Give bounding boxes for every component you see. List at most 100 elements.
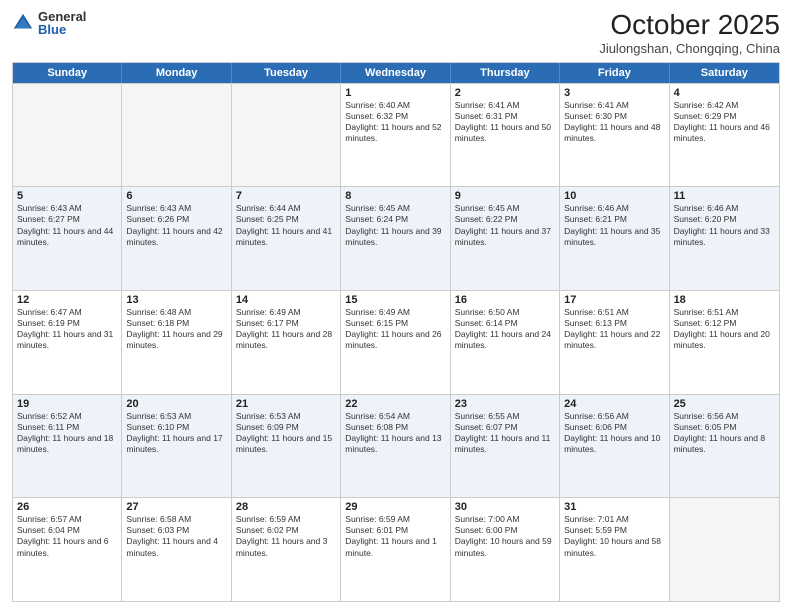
calendar-cell: 7Sunrise: 6:44 AM Sunset: 6:25 PM Daylig… [232, 187, 341, 290]
calendar-cell: 1Sunrise: 6:40 AM Sunset: 6:32 PM Daylig… [341, 84, 450, 187]
location: Jiulongshan, Chongqing, China [599, 41, 780, 56]
cell-info: Sunrise: 6:41 AM Sunset: 6:30 PM Dayligh… [564, 100, 664, 144]
day-number: 19 [17, 398, 117, 410]
calendar-cell: 4Sunrise: 6:42 AM Sunset: 6:29 PM Daylig… [670, 84, 779, 187]
calendar-cell [13, 84, 122, 187]
calendar-cell: 16Sunrise: 6:50 AM Sunset: 6:14 PM Dayli… [451, 291, 560, 394]
calendar-cell: 3Sunrise: 6:41 AM Sunset: 6:30 PM Daylig… [560, 84, 669, 187]
cell-info: Sunrise: 6:46 AM Sunset: 6:21 PM Dayligh… [564, 203, 664, 247]
calendar-cell: 30Sunrise: 7:00 AM Sunset: 6:00 PM Dayli… [451, 498, 560, 601]
day-number: 12 [17, 294, 117, 306]
cell-info: Sunrise: 6:57 AM Sunset: 6:04 PM Dayligh… [17, 514, 117, 558]
day-number: 21 [236, 398, 336, 410]
calendar-cell: 23Sunrise: 6:55 AM Sunset: 6:07 PM Dayli… [451, 395, 560, 498]
calendar-cell: 31Sunrise: 7:01 AM Sunset: 5:59 PM Dayli… [560, 498, 669, 601]
day-number: 15 [345, 294, 445, 306]
cell-info: Sunrise: 6:48 AM Sunset: 6:18 PM Dayligh… [126, 307, 226, 351]
calendar-row-2: 12Sunrise: 6:47 AM Sunset: 6:19 PM Dayli… [13, 290, 779, 394]
cell-info: Sunrise: 6:45 AM Sunset: 6:24 PM Dayligh… [345, 203, 445, 247]
cell-info: Sunrise: 6:53 AM Sunset: 6:09 PM Dayligh… [236, 411, 336, 455]
cell-info: Sunrise: 6:50 AM Sunset: 6:14 PM Dayligh… [455, 307, 555, 351]
day-number: 18 [674, 294, 775, 306]
day-number: 6 [126, 190, 226, 202]
calendar-cell: 27Sunrise: 6:58 AM Sunset: 6:03 PM Dayli… [122, 498, 231, 601]
day-number: 24 [564, 398, 664, 410]
cell-info: Sunrise: 6:49 AM Sunset: 6:15 PM Dayligh… [345, 307, 445, 351]
day-number: 4 [674, 87, 775, 99]
day-number: 13 [126, 294, 226, 306]
calendar-header: SundayMondayTuesdayWednesdayThursdayFrid… [13, 63, 779, 83]
calendar-cell: 15Sunrise: 6:49 AM Sunset: 6:15 PM Dayli… [341, 291, 450, 394]
cell-info: Sunrise: 6:58 AM Sunset: 6:03 PM Dayligh… [126, 514, 226, 558]
day-number: 30 [455, 501, 555, 513]
calendar-cell: 19Sunrise: 6:52 AM Sunset: 6:11 PM Dayli… [13, 395, 122, 498]
header-cell-friday: Friday [560, 63, 669, 83]
cell-info: Sunrise: 6:41 AM Sunset: 6:31 PM Dayligh… [455, 100, 555, 144]
cell-info: Sunrise: 6:54 AM Sunset: 6:08 PM Dayligh… [345, 411, 445, 455]
calendar-cell: 18Sunrise: 6:51 AM Sunset: 6:12 PM Dayli… [670, 291, 779, 394]
calendar-cell [670, 498, 779, 601]
cell-info: Sunrise: 6:56 AM Sunset: 6:06 PM Dayligh… [564, 411, 664, 455]
day-number: 11 [674, 190, 775, 202]
day-number: 9 [455, 190, 555, 202]
cell-info: Sunrise: 6:45 AM Sunset: 6:22 PM Dayligh… [455, 203, 555, 247]
cell-info: Sunrise: 6:40 AM Sunset: 6:32 PM Dayligh… [345, 100, 445, 144]
calendar-cell: 28Sunrise: 6:59 AM Sunset: 6:02 PM Dayli… [232, 498, 341, 601]
calendar-cell: 29Sunrise: 6:59 AM Sunset: 6:01 PM Dayli… [341, 498, 450, 601]
day-number: 28 [236, 501, 336, 513]
cell-info: Sunrise: 6:49 AM Sunset: 6:17 PM Dayligh… [236, 307, 336, 351]
day-number: 10 [564, 190, 664, 202]
header-cell-monday: Monday [122, 63, 231, 83]
calendar-row-1: 5Sunrise: 6:43 AM Sunset: 6:27 PM Daylig… [13, 186, 779, 290]
cell-info: Sunrise: 6:46 AM Sunset: 6:20 PM Dayligh… [674, 203, 775, 247]
calendar-cell: 5Sunrise: 6:43 AM Sunset: 6:27 PM Daylig… [13, 187, 122, 290]
day-number: 16 [455, 294, 555, 306]
cell-info: Sunrise: 7:00 AM Sunset: 6:00 PM Dayligh… [455, 514, 555, 558]
cell-info: Sunrise: 6:47 AM Sunset: 6:19 PM Dayligh… [17, 307, 117, 351]
cell-info: Sunrise: 6:55 AM Sunset: 6:07 PM Dayligh… [455, 411, 555, 455]
day-number: 26 [17, 501, 117, 513]
day-number: 31 [564, 501, 664, 513]
day-number: 29 [345, 501, 445, 513]
logo-blue: Blue [38, 23, 86, 36]
cell-info: Sunrise: 6:56 AM Sunset: 6:05 PM Dayligh… [674, 411, 775, 455]
calendar-body: 1Sunrise: 6:40 AM Sunset: 6:32 PM Daylig… [13, 83, 779, 601]
cell-info: Sunrise: 6:44 AM Sunset: 6:25 PM Dayligh… [236, 203, 336, 247]
calendar: SundayMondayTuesdayWednesdayThursdayFrid… [12, 62, 780, 602]
cell-info: Sunrise: 6:43 AM Sunset: 6:27 PM Dayligh… [17, 203, 117, 247]
cell-info: Sunrise: 7:01 AM Sunset: 5:59 PM Dayligh… [564, 514, 664, 558]
calendar-cell: 8Sunrise: 6:45 AM Sunset: 6:24 PM Daylig… [341, 187, 450, 290]
cell-info: Sunrise: 6:52 AM Sunset: 6:11 PM Dayligh… [17, 411, 117, 455]
day-number: 17 [564, 294, 664, 306]
title-block: October 2025 Jiulongshan, Chongqing, Chi… [599, 10, 780, 56]
calendar-cell: 24Sunrise: 6:56 AM Sunset: 6:06 PM Dayli… [560, 395, 669, 498]
calendar-cell: 6Sunrise: 6:43 AM Sunset: 6:26 PM Daylig… [122, 187, 231, 290]
cell-info: Sunrise: 6:42 AM Sunset: 6:29 PM Dayligh… [674, 100, 775, 144]
calendar-cell [232, 84, 341, 187]
calendar-cell: 20Sunrise: 6:53 AM Sunset: 6:10 PM Dayli… [122, 395, 231, 498]
calendar-cell: 25Sunrise: 6:56 AM Sunset: 6:05 PM Dayli… [670, 395, 779, 498]
header-cell-sunday: Sunday [13, 63, 122, 83]
cell-info: Sunrise: 6:59 AM Sunset: 6:01 PM Dayligh… [345, 514, 445, 558]
calendar-cell: 17Sunrise: 6:51 AM Sunset: 6:13 PM Dayli… [560, 291, 669, 394]
cell-info: Sunrise: 6:43 AM Sunset: 6:26 PM Dayligh… [126, 203, 226, 247]
header-cell-thursday: Thursday [451, 63, 560, 83]
calendar-cell: 14Sunrise: 6:49 AM Sunset: 6:17 PM Dayli… [232, 291, 341, 394]
cell-info: Sunrise: 6:51 AM Sunset: 6:13 PM Dayligh… [564, 307, 664, 351]
calendar-cell [122, 84, 231, 187]
cell-info: Sunrise: 6:53 AM Sunset: 6:10 PM Dayligh… [126, 411, 226, 455]
calendar-cell: 2Sunrise: 6:41 AM Sunset: 6:31 PM Daylig… [451, 84, 560, 187]
calendar-cell: 11Sunrise: 6:46 AM Sunset: 6:20 PM Dayli… [670, 187, 779, 290]
calendar-cell: 26Sunrise: 6:57 AM Sunset: 6:04 PM Dayli… [13, 498, 122, 601]
cell-info: Sunrise: 6:59 AM Sunset: 6:02 PM Dayligh… [236, 514, 336, 558]
day-number: 2 [455, 87, 555, 99]
page-header: General Blue October 2025 Jiulongshan, C… [12, 10, 780, 56]
logo-text: General Blue [38, 10, 86, 36]
calendar-cell: 12Sunrise: 6:47 AM Sunset: 6:19 PM Dayli… [13, 291, 122, 394]
logo-icon [12, 12, 34, 34]
cell-info: Sunrise: 6:51 AM Sunset: 6:12 PM Dayligh… [674, 307, 775, 351]
day-number: 3 [564, 87, 664, 99]
day-number: 14 [236, 294, 336, 306]
calendar-cell: 22Sunrise: 6:54 AM Sunset: 6:08 PM Dayli… [341, 395, 450, 498]
calendar-cell: 13Sunrise: 6:48 AM Sunset: 6:18 PM Dayli… [122, 291, 231, 394]
